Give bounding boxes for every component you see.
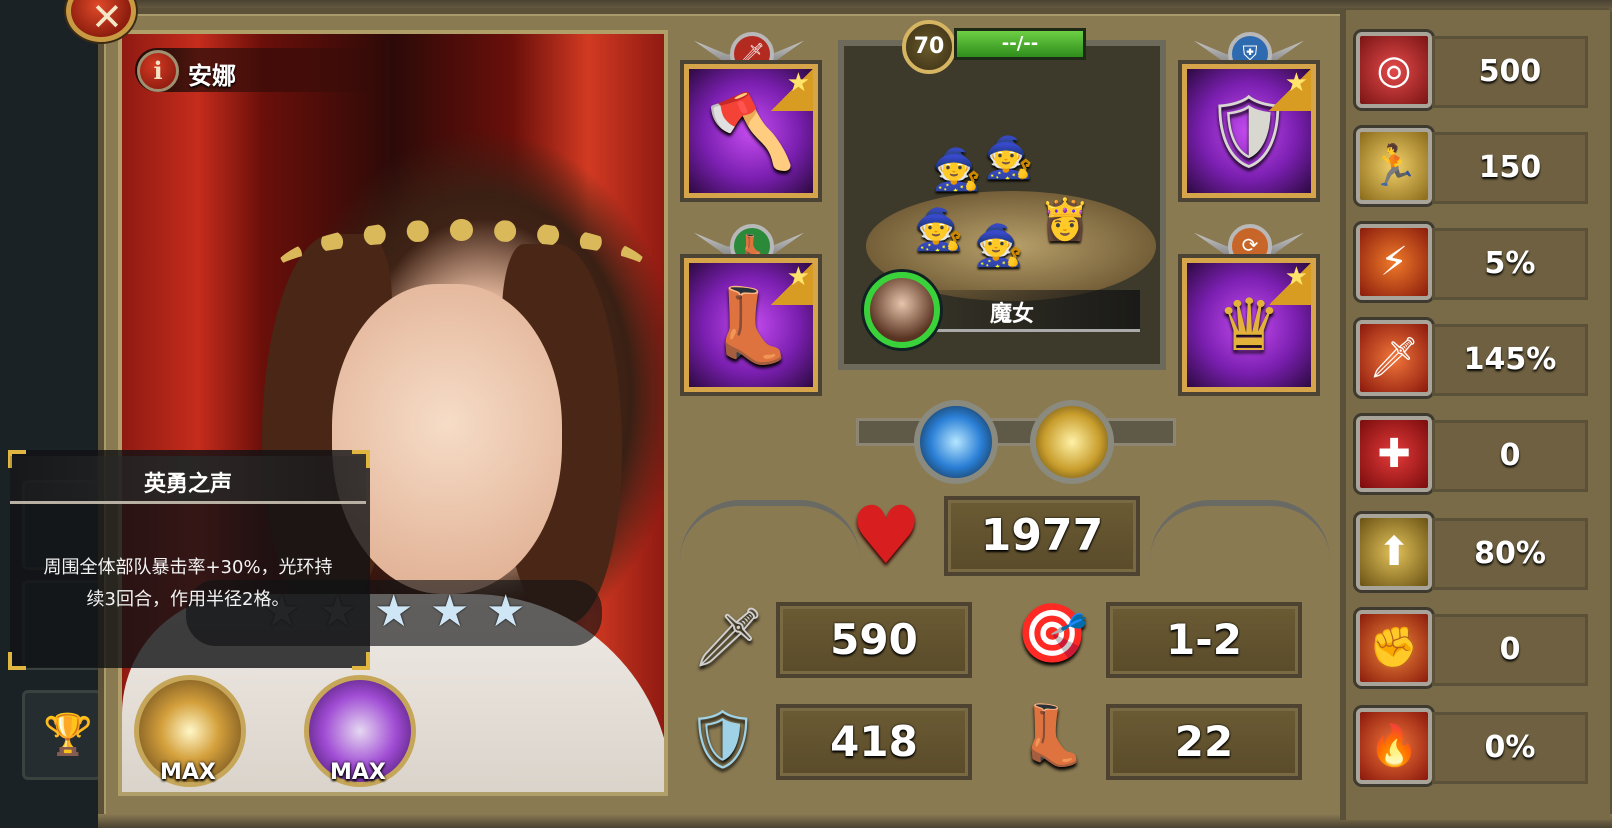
skill-title: 英勇之声 (143, 472, 232, 497)
priestess-unit-icon: 👸 (1040, 197, 1090, 243)
shield-icon: 🛡 (686, 705, 760, 773)
witch-unit-icon: 🧙 (932, 147, 982, 193)
rage-icon[interactable]: 🔥 (1356, 708, 1432, 784)
target-icon[interactable]: ◎ (1356, 32, 1432, 108)
unit-level: 70 (902, 20, 956, 74)
power-fist-icon[interactable]: ✊ (1356, 610, 1432, 686)
star-badge-icon: ★ (1269, 263, 1311, 305)
commander-avatar[interactable] (864, 272, 940, 348)
hero-name: 安娜 (188, 62, 236, 90)
crystal-emblem-icon[interactable] (914, 400, 998, 484)
equip-slot-crown[interactable]: ♛ ★ (1182, 258, 1316, 392)
star-icon: ★ (374, 586, 414, 637)
crit-damage-icon[interactable]: 🗡 (1356, 320, 1432, 396)
move-value: 22 (1106, 704, 1302, 780)
attack-value: 590 (776, 602, 972, 678)
boot-icon: 👢 (1016, 701, 1089, 769)
unit-name-bar (930, 290, 1140, 332)
tooltip-corner (352, 652, 370, 670)
attribute-value: 150 (1432, 132, 1588, 204)
attribute-value: 80% (1432, 518, 1588, 590)
star-icon: ★ (430, 586, 470, 637)
heal-icon[interactable]: ✚ (1356, 416, 1432, 492)
star-icon: ★ (486, 586, 526, 637)
defense-value: 418 (776, 704, 972, 780)
scroll-ornament-left (680, 500, 860, 570)
attribute-value: 0 (1432, 420, 1588, 492)
emblem-chain-bar (856, 418, 1176, 446)
witch-unit-icon: 🧙 (984, 135, 1034, 181)
attribute-value: 500 (1432, 36, 1588, 108)
bullseye-icon: 🎯 (1016, 599, 1089, 667)
badge-label: MAX (160, 760, 216, 785)
heart-icon: ♥ (850, 489, 922, 582)
skill-description-line: 周围全体部队暴击率+30%，光环持 (43, 557, 333, 578)
attribute-value: 145% (1432, 324, 1588, 396)
tooltip-corner (8, 652, 26, 670)
health-value: 1977 (944, 496, 1140, 576)
rank-up-icon[interactable]: ⬆ (1356, 514, 1432, 590)
range-value: 1-2 (1106, 602, 1302, 678)
star-badge-icon: ★ (1269, 69, 1311, 111)
trophy-icon: 🏆 (43, 712, 93, 758)
star-badge-icon: ★ (771, 263, 813, 305)
dodge-icon[interactable]: 🏃 (1356, 128, 1432, 204)
critical-icon[interactable]: ⚡ (1356, 224, 1432, 300)
witch-unit-icon: 🧙 (914, 207, 964, 253)
info-icon[interactable]: i (137, 50, 179, 92)
equip-slot-weapon[interactable]: 🪓 ★ (684, 64, 818, 198)
scroll-ornament-right (1150, 500, 1330, 570)
unit-hp-bar: --/-- (954, 28, 1086, 60)
witch-unit-icon: 🧙 (974, 223, 1024, 269)
attribute-value: 0% (1432, 712, 1588, 784)
sword-icon: 🗡 (692, 603, 766, 671)
swords-emblem-icon[interactable] (1030, 400, 1114, 484)
equip-slot-boots[interactable]: 👢 ★ (684, 258, 818, 392)
attribute-value: 5% (1432, 228, 1588, 300)
badge-label: MAX (330, 760, 386, 785)
unit-name: 魔女 (990, 302, 1035, 327)
equip-slot-armor[interactable]: 🛡 ★ (1182, 64, 1316, 198)
attribute-value: 0 (1432, 614, 1588, 686)
laurel-crown (272, 219, 652, 329)
skill-description-line: 续3回合，作用半径2格。 (86, 589, 290, 610)
close-icon: ✕ (91, 0, 123, 39)
skill-description: 周围全体部队暴击率+30%，光环持 续3回合，作用半径2格。 (10, 552, 366, 616)
sidebar-slot-trophy[interactable]: 🏆 (22, 690, 102, 780)
star-badge-icon: ★ (771, 69, 813, 111)
